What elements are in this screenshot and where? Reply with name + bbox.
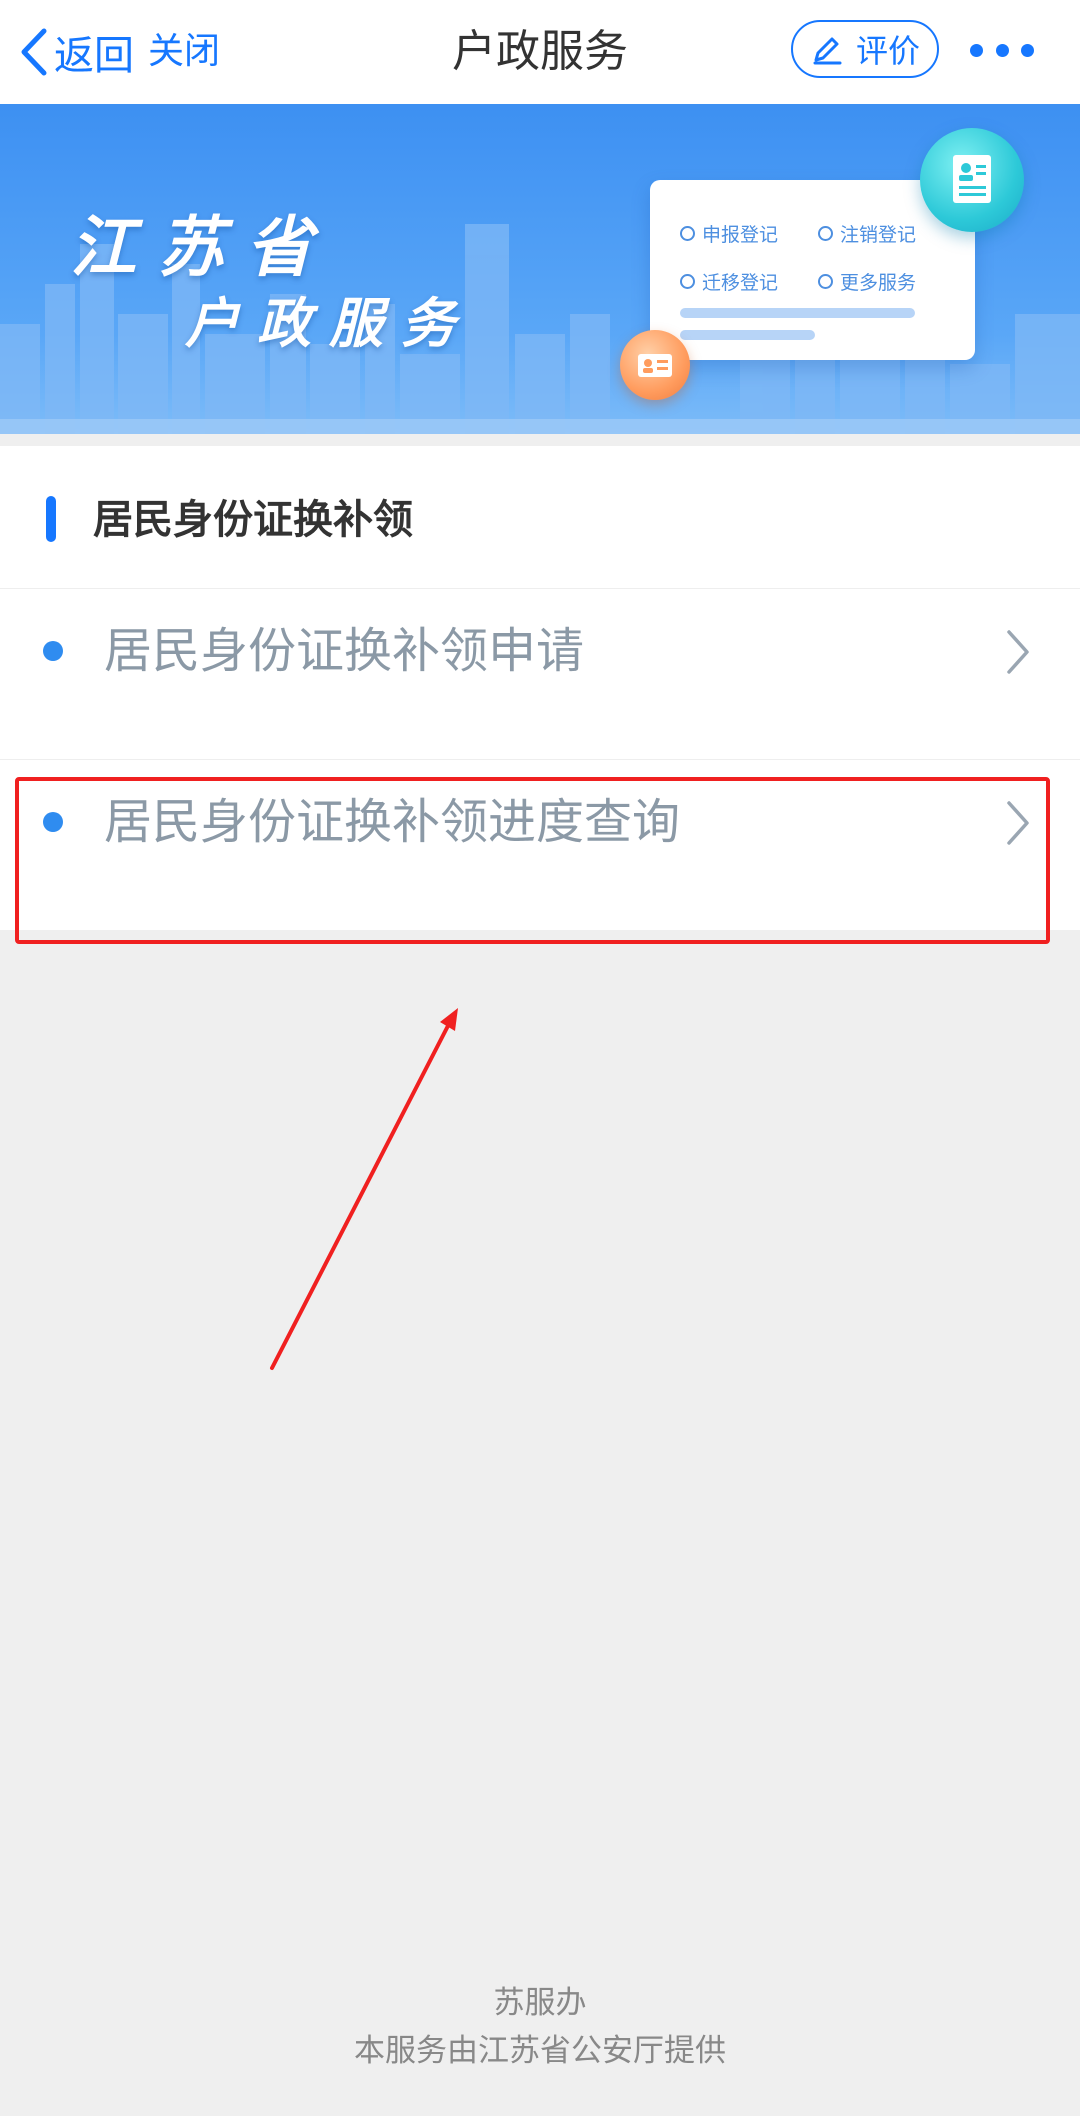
annotation-arrow-icon (270, 1008, 458, 1370)
footer-brand: 苏服办 (493, 1985, 587, 2021)
footer-provider-text: 本服务由江苏省公安厅提供 (354, 2033, 726, 2069)
